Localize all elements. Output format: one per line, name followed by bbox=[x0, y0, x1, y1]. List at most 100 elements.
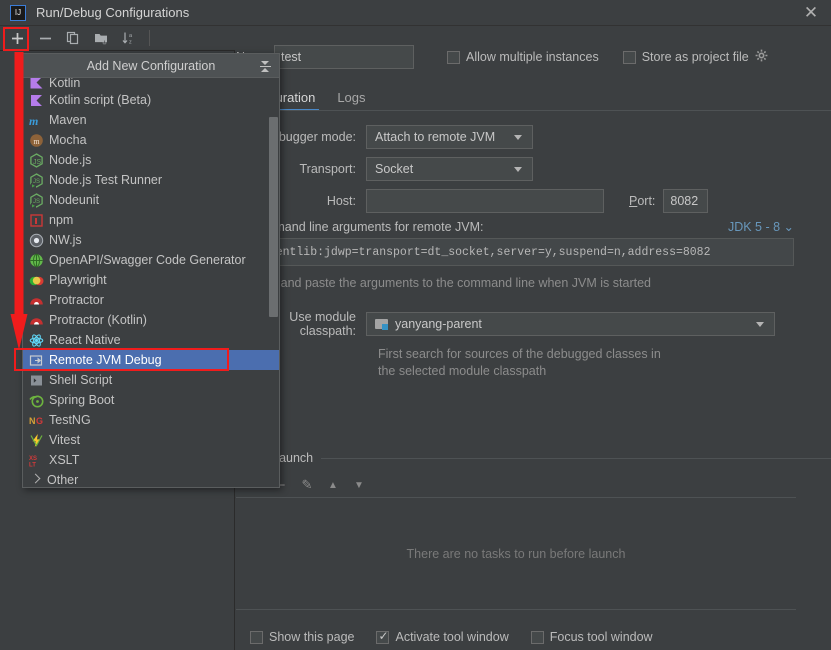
list-item-label: Remote JVM Debug bbox=[49, 353, 162, 367]
protractor-icon bbox=[29, 293, 44, 308]
list-item-label: npm bbox=[49, 213, 74, 227]
host-port-row: Host: Port: bbox=[236, 185, 831, 217]
list-item-nodeunit[interactable]: JS Nodeunit bbox=[23, 190, 279, 210]
activate-tool-window-box bbox=[376, 629, 390, 644]
jdk-version-selector[interactable]: JDK 5 - 8 ⌄ bbox=[728, 219, 794, 234]
list-item-vitest[interactable]: Vitest bbox=[23, 430, 279, 450]
list-item-nwjs[interactable]: NW.js bbox=[23, 230, 279, 250]
list-item-nodejs-test-runner[interactable]: JS Node.js Test Runner bbox=[23, 170, 279, 190]
shell-script-icon bbox=[29, 373, 44, 388]
svg-text:G: G bbox=[36, 416, 43, 426]
list-item-other[interactable]: Other bbox=[23, 470, 279, 487]
list-item-nodejs[interactable]: JS Node.js bbox=[23, 150, 279, 170]
args-label: Command line arguments for remote JVM: bbox=[248, 219, 484, 234]
openapi-icon bbox=[29, 253, 44, 268]
new-folder-button[interactable] bbox=[90, 27, 112, 49]
nodejs-icon: JS bbox=[29, 153, 44, 168]
jdk-version-label: JDK 5 - 8 bbox=[727, 220, 781, 234]
focus-tool-window-checkbox[interactable]: Focus tool window bbox=[530, 630, 653, 644]
remove-configuration-button[interactable] bbox=[34, 27, 56, 49]
module-folder-icon bbox=[375, 318, 389, 330]
add-configuration-button[interactable] bbox=[6, 27, 28, 49]
kotlin-script-icon bbox=[29, 93, 44, 108]
popup-scrollbar-thumb[interactable] bbox=[269, 117, 278, 317]
args-header-row: Command line arguments for remote JVM: J… bbox=[236, 219, 794, 235]
configuration-detail-panel: Name: Allow multiple instances Store as … bbox=[233, 26, 831, 650]
list-item-playwright[interactable]: Playwright bbox=[23, 270, 279, 290]
store-as-project-file-label: Store as project file bbox=[641, 50, 749, 64]
list-item-spring-boot[interactable]: Spring Boot bbox=[23, 390, 279, 410]
name-row: Name: Allow multiple instances Store as … bbox=[236, 44, 831, 70]
nodejs-test-icon: JS bbox=[29, 173, 44, 188]
sort-configurations-button[interactable]: a z bbox=[118, 27, 140, 49]
gear-icon[interactable] bbox=[755, 49, 769, 66]
configurations-toolbar: a z bbox=[0, 26, 235, 51]
list-item-maven[interactable]: m Maven bbox=[23, 110, 279, 130]
chevron-right-icon bbox=[30, 473, 41, 484]
edit-task-button: ✎ bbox=[301, 477, 313, 492]
show-this-page-box bbox=[250, 630, 263, 644]
list-item-label: Vitest bbox=[49, 433, 81, 447]
port-input[interactable] bbox=[663, 189, 709, 213]
activate-tool-window-checkbox[interactable]: Activate tool window bbox=[376, 629, 509, 644]
copy-hint: Copy and paste the arguments to the comm… bbox=[248, 276, 651, 290]
list-item-protractor-kotlin[interactable]: Protractor (Kotlin) bbox=[23, 310, 279, 330]
configuration-form: Debugger mode: Attach to remote JVM Tran… bbox=[236, 121, 831, 380]
svg-text:JS: JS bbox=[33, 159, 42, 166]
before-launch-task-list[interactable]: There are no tasks to run before launch bbox=[236, 497, 796, 610]
chevron-down-icon bbox=[756, 321, 764, 327]
show-this-page-checkbox[interactable]: Show this page bbox=[250, 630, 354, 644]
name-input[interactable] bbox=[274, 45, 414, 69]
list-item-kotlin[interactable]: Kotlin bbox=[23, 78, 279, 90]
focus-tool-window-box bbox=[530, 630, 544, 644]
list-item-shell-script[interactable]: Shell Script bbox=[23, 370, 279, 390]
list-item-label: React Native bbox=[49, 333, 121, 347]
list-item-label: OpenAPI/Swagger Code Generator bbox=[49, 253, 246, 267]
module-classpath-select[interactable]: yanyang-parent bbox=[366, 312, 775, 336]
chevron-down-icon bbox=[514, 166, 522, 172]
collapse-all-icon[interactable] bbox=[257, 57, 273, 75]
popup-header: Add New Configuration bbox=[23, 54, 279, 78]
tool-window-options-row: Show this page Activate tool window Focu… bbox=[250, 626, 820, 648]
debugger-mode-select[interactable]: Attach to remote JVM bbox=[366, 125, 533, 149]
list-item-mocha[interactable]: m Mocha bbox=[23, 130, 279, 150]
list-item-label: Nodeunit bbox=[49, 193, 100, 207]
list-item-kotlin-script[interactable]: Kotlin script (Beta) bbox=[23, 90, 279, 110]
jvm-arguments-field[interactable]: -agentlib:jdwp=transport=dt_socket,serve… bbox=[248, 238, 794, 266]
transport-select[interactable]: Socket bbox=[366, 157, 533, 181]
maven-icon: m bbox=[29, 113, 44, 128]
popup-scrollbar[interactable] bbox=[269, 79, 278, 487]
list-item-label: Protractor bbox=[49, 293, 104, 307]
list-item-npm[interactable]: npm bbox=[23, 210, 279, 230]
copy-configuration-button[interactable] bbox=[62, 27, 84, 49]
list-item-label: Protractor (Kotlin) bbox=[49, 313, 147, 327]
move-task-up-button: ▲ bbox=[328, 479, 338, 491]
svg-text:LT: LT bbox=[29, 463, 36, 469]
list-item-react-native[interactable]: React Native bbox=[23, 330, 279, 350]
debugger-mode-row: Debugger mode: Attach to remote JVM bbox=[236, 121, 831, 153]
before-launch-header: Before launch bbox=[236, 451, 831, 465]
protractor-kotlin-icon bbox=[29, 313, 44, 328]
transport-value: Socket bbox=[375, 162, 414, 176]
module-classpath-row: Use module classpath: yanyang-parent bbox=[236, 308, 831, 340]
store-as-project-file-checkbox[interactable]: Store as project file bbox=[622, 50, 749, 64]
list-item-label: Spring Boot bbox=[49, 393, 115, 407]
tab-logs[interactable]: Logs bbox=[337, 90, 365, 111]
close-icon[interactable]: ✕ bbox=[801, 3, 821, 23]
list-item-xslt[interactable]: XS LT XSLT bbox=[23, 450, 279, 470]
list-item-remote-jvm-debug[interactable]: Remote JVM Debug bbox=[23, 350, 279, 370]
list-item-label: Shell Script bbox=[49, 373, 113, 387]
svg-text:m: m bbox=[29, 114, 38, 128]
spring-boot-icon bbox=[29, 393, 44, 408]
transport-row: Transport: Socket bbox=[236, 153, 831, 185]
list-item-testng[interactable]: NG TestNG bbox=[23, 410, 279, 430]
configuration-type-list[interactable]: Kotlin Kotlin script (Beta) m Maven m Mo… bbox=[23, 78, 279, 487]
host-input[interactable] bbox=[366, 189, 604, 213]
title-bar: Run/Debug Configurations ✕ bbox=[0, 0, 831, 25]
add-new-configuration-popup: Add New Configuration Kotlin Kotlin scri… bbox=[22, 53, 280, 488]
list-item-openapi-swagger[interactable]: OpenAPI/Swagger Code Generator bbox=[23, 250, 279, 270]
list-item-label: TestNG bbox=[49, 413, 91, 427]
nodeunit-icon: JS bbox=[29, 193, 44, 208]
allow-multiple-instances-checkbox[interactable]: Allow multiple instances bbox=[447, 50, 599, 64]
list-item-protractor[interactable]: Protractor bbox=[23, 290, 279, 310]
